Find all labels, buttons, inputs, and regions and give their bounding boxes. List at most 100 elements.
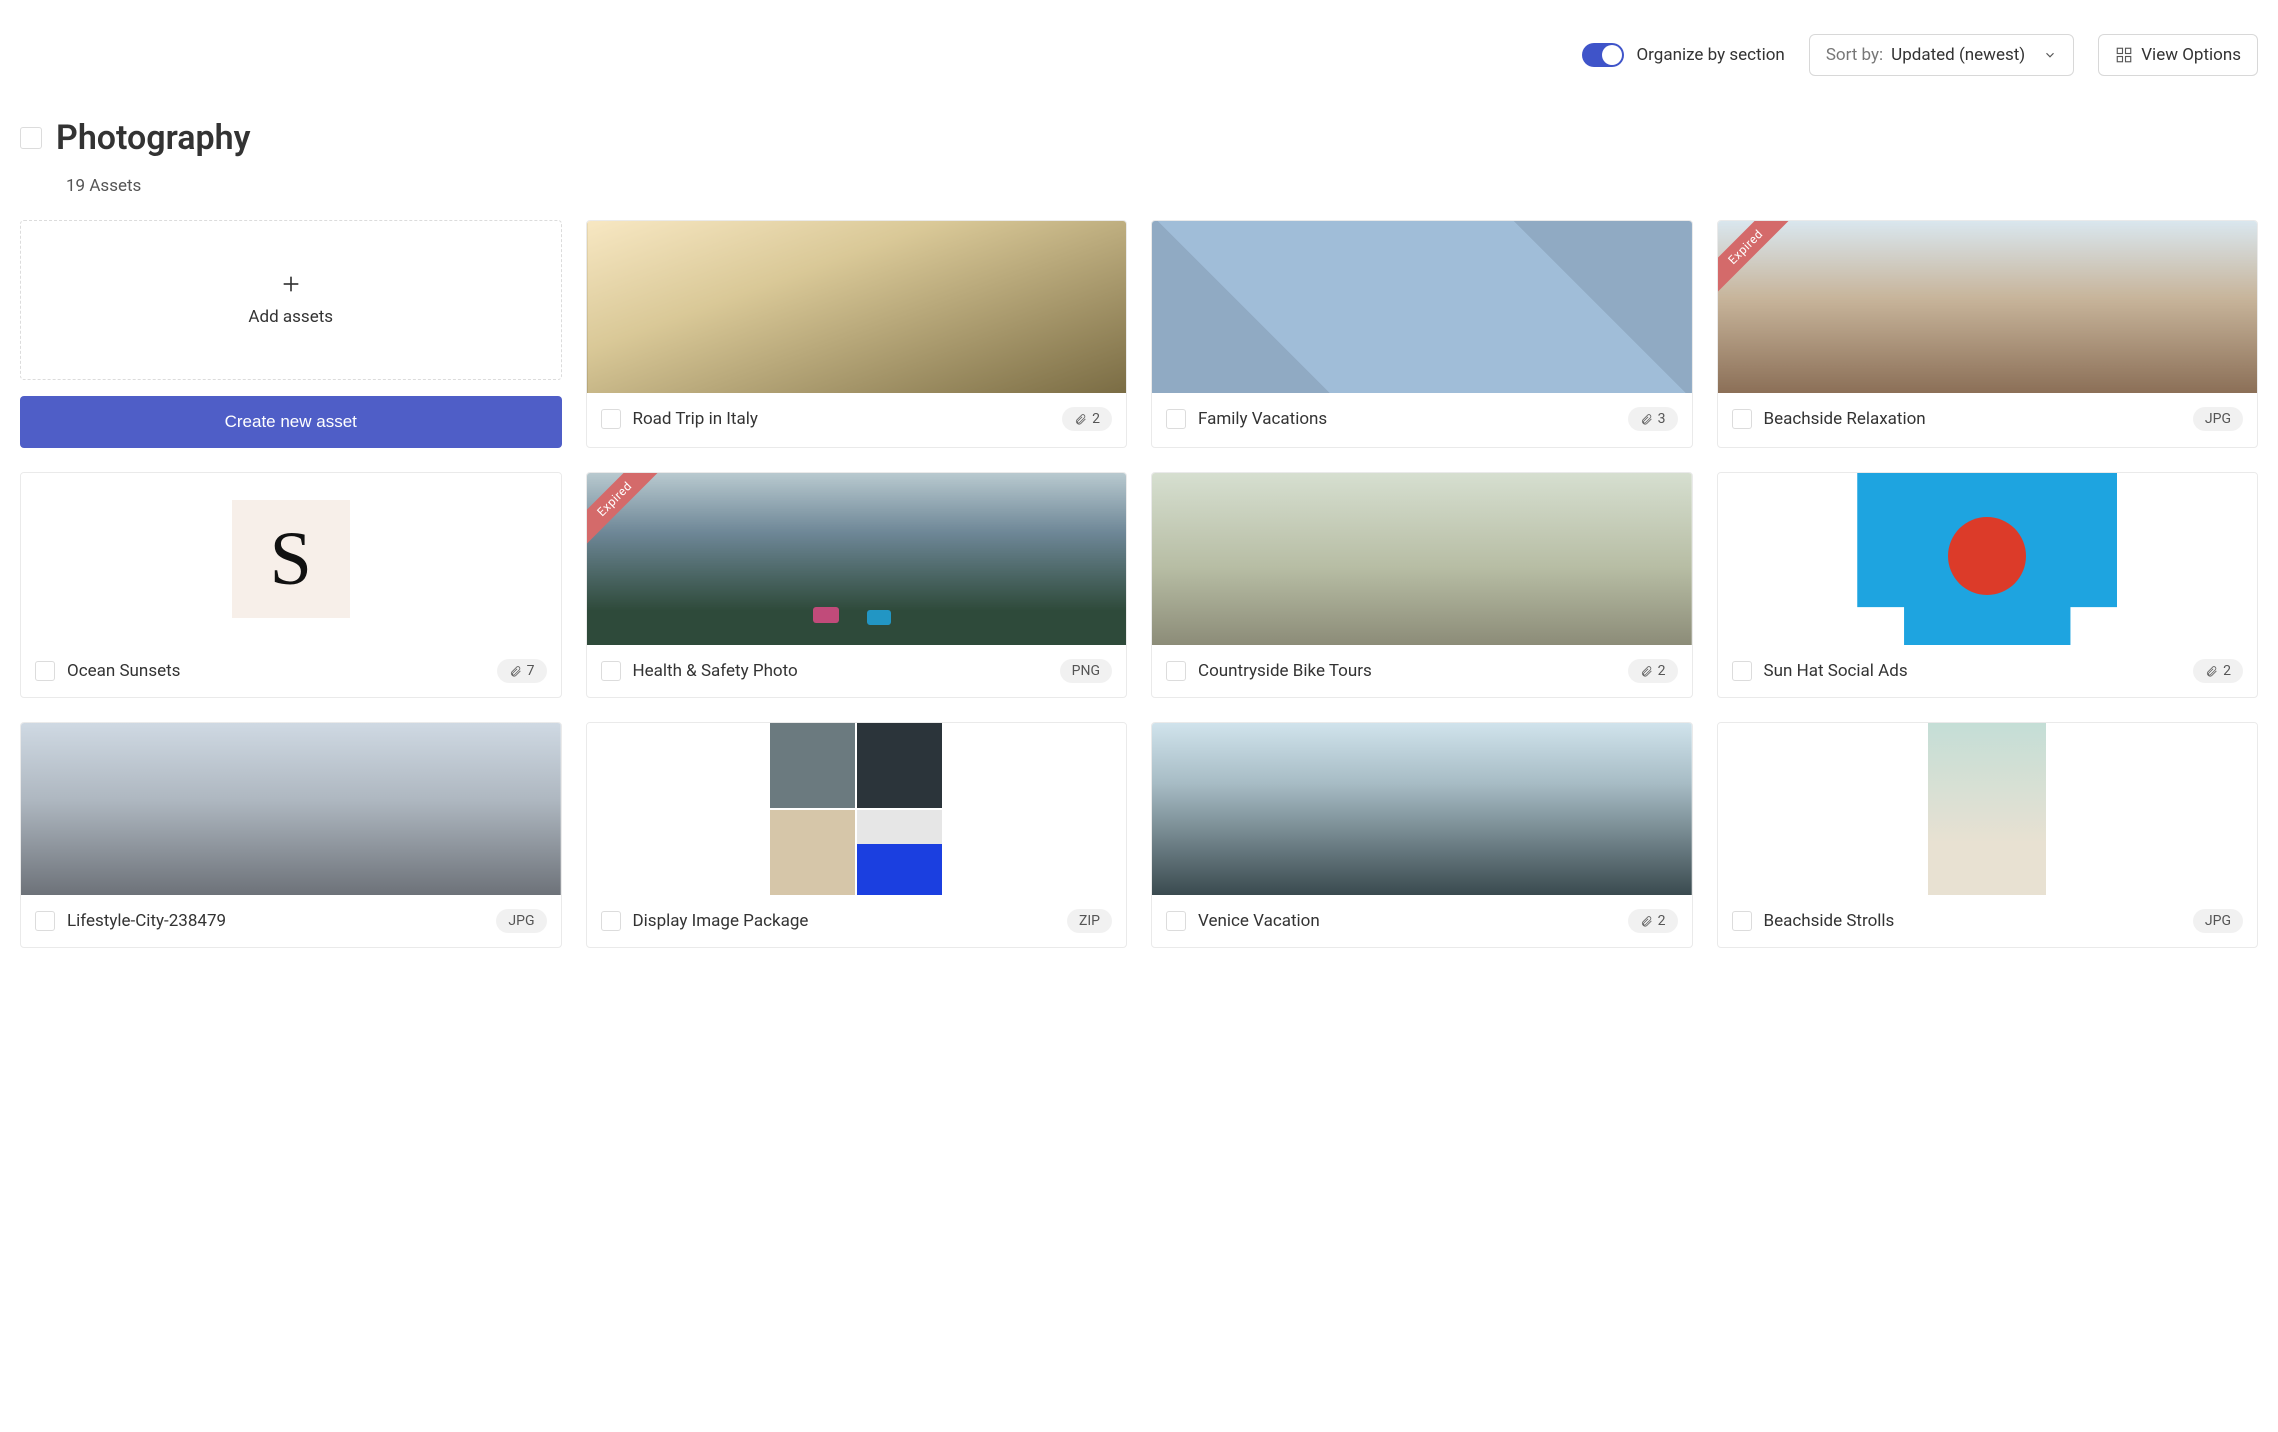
asset-title: Sun Hat Social Ads	[1764, 661, 2182, 681]
asset-card[interactable]: Family Vacations 3	[1151, 220, 1693, 448]
thumbnail-image	[587, 473, 1127, 645]
sort-value: Updated (newest)	[1891, 45, 2025, 65]
asset-thumbnail[interactable]	[1152, 221, 1692, 393]
thumbnail-image	[1152, 723, 1692, 895]
add-assets-button[interactable]: Add assets	[20, 220, 562, 380]
badge-value: 7	[527, 663, 535, 679]
asset-card[interactable]: Venice Vacation2	[1151, 722, 1693, 948]
attachment-badge: 2	[1062, 407, 1112, 431]
attachment-badge: 2	[1628, 659, 1678, 683]
asset-thumbnail[interactable]: Expired	[1718, 221, 2258, 393]
asset-footer: Family Vacations 3	[1152, 393, 1692, 445]
asset-card[interactable]: Countryside Bike Tours 2	[1151, 472, 1693, 698]
organize-by-section[interactable]: Organize by section	[1582, 43, 1784, 67]
view-options-label: View Options	[2141, 45, 2241, 65]
badge-value: JPG	[2205, 913, 2231, 929]
attachment-badge: 7	[497, 659, 547, 683]
asset-thumbnail[interactable]	[587, 221, 1127, 393]
asset-thumbnail[interactable]	[587, 723, 1127, 895]
asset-title: Family Vacations	[1198, 409, 1616, 429]
asset-checkbox[interactable]	[601, 409, 621, 429]
asset-thumbnail[interactable]: S	[21, 473, 561, 645]
thumbnail-image	[1857, 473, 2117, 645]
create-asset-button[interactable]: Create new asset	[20, 396, 562, 448]
paperclip-icon	[2205, 665, 2218, 678]
asset-card[interactable]: Expired Beachside Relaxation JPG	[1717, 220, 2259, 448]
asset-card[interactable]: S Ocean Sunsets 7	[20, 472, 562, 698]
asset-checkbox[interactable]	[1166, 409, 1186, 429]
asset-thumbnail[interactable]	[1718, 723, 2258, 895]
asset-checkbox[interactable]	[1732, 911, 1752, 931]
asset-checkbox[interactable]	[1166, 661, 1186, 681]
asset-checkbox[interactable]	[35, 911, 55, 931]
asset-title: Road Trip in Italy	[633, 409, 1051, 429]
thumbnail-image	[770, 723, 942, 895]
asset-title: Lifestyle-City-238479	[67, 911, 484, 931]
badge-value: JPG	[2205, 411, 2231, 427]
asset-card[interactable]: Road Trip in Italy 2	[586, 220, 1128, 448]
asset-title: Health & Safety Photo	[633, 661, 1048, 681]
format-badge: JPG	[2193, 909, 2243, 933]
sort-dropdown[interactable]: Sort by: Updated (newest)	[1809, 34, 2074, 76]
asset-checkbox[interactable]	[1732, 661, 1752, 681]
badge-value: PNG	[1072, 663, 1100, 679]
attachment-badge: 2	[2193, 659, 2243, 683]
format-badge: ZIP	[1067, 909, 1112, 933]
asset-footer: Ocean Sunsets 7	[21, 645, 561, 697]
asset-footer: Health & Safety Photo PNG	[587, 645, 1127, 697]
asset-card[interactable]: Lifestyle-City-238479 JPG	[20, 722, 562, 948]
sort-label: Sort by:	[1826, 45, 1883, 65]
badge-value: 2	[1092, 411, 1100, 427]
select-all-checkbox[interactable]	[20, 127, 42, 149]
thumbnail-image	[1152, 473, 1692, 645]
paperclip-icon	[1074, 413, 1087, 426]
toolbar: Organize by section Sort by: Updated (ne…	[20, 20, 2258, 90]
attachment-badge: 3	[1628, 407, 1678, 431]
asset-thumbnail[interactable]: Expired	[587, 473, 1127, 645]
asset-checkbox[interactable]	[601, 661, 621, 681]
asset-checkbox[interactable]	[1166, 911, 1186, 931]
view-options-button[interactable]: View Options	[2098, 34, 2258, 76]
asset-checkbox[interactable]	[1732, 409, 1752, 429]
asset-card[interactable]: Sun Hat Social Ads 2	[1717, 472, 2259, 698]
asset-title: Beachside Relaxation	[1764, 409, 2181, 429]
asset-title: Countryside Bike Tours	[1198, 661, 1616, 681]
thumbnail-image	[1718, 221, 2258, 393]
badge-value: 3	[1658, 411, 1666, 427]
asset-title: Display Image Package	[633, 911, 1055, 931]
asset-thumbnail[interactable]	[1718, 473, 2258, 645]
asset-footer: Lifestyle-City-238479 JPG	[21, 895, 561, 947]
paperclip-icon	[509, 665, 522, 678]
organize-toggle[interactable]	[1582, 43, 1624, 67]
badge-value: 2	[1658, 913, 1666, 929]
section-header: Photography	[20, 118, 2258, 158]
asset-title: Ocean Sunsets	[67, 661, 485, 681]
asset-footer: Countryside Bike Tours 2	[1152, 645, 1692, 697]
paperclip-icon	[1640, 665, 1653, 678]
asset-thumbnail[interactable]	[1152, 723, 1692, 895]
thumbnail-image	[1928, 723, 2046, 895]
asset-card[interactable]: Display Image Package ZIP	[586, 722, 1128, 948]
asset-grid: Add assets Create new asset Road Trip in…	[20, 220, 2258, 948]
badge-value: 2	[2223, 663, 2231, 679]
asset-checkbox[interactable]	[35, 661, 55, 681]
asset-footer: Beachside StrollsJPG	[1718, 895, 2258, 947]
asset-card[interactable]: Expired Health & Safety Photo PNG	[586, 472, 1128, 698]
asset-checkbox[interactable]	[601, 911, 621, 931]
asset-thumbnail[interactable]	[21, 723, 561, 895]
plus-icon	[280, 273, 302, 295]
attachment-badge: 2	[1628, 909, 1678, 933]
thumbnail-image	[587, 221, 1127, 393]
asset-thumbnail[interactable]	[1152, 473, 1692, 645]
chevron-down-icon	[2043, 48, 2057, 62]
grid-icon	[2115, 46, 2133, 64]
format-badge: PNG	[1060, 659, 1112, 683]
thumbnail-image: S	[232, 500, 350, 618]
badge-value: JPG	[508, 913, 534, 929]
asset-footer: Beachside Relaxation JPG	[1718, 393, 2258, 445]
thumbnail-image	[1152, 221, 1692, 393]
add-create-cell: Add assets Create new asset	[20, 220, 562, 448]
organize-label: Organize by section	[1636, 45, 1784, 65]
asset-card[interactable]: Beachside StrollsJPG	[1717, 722, 2259, 948]
badge-value: 2	[1658, 663, 1666, 679]
